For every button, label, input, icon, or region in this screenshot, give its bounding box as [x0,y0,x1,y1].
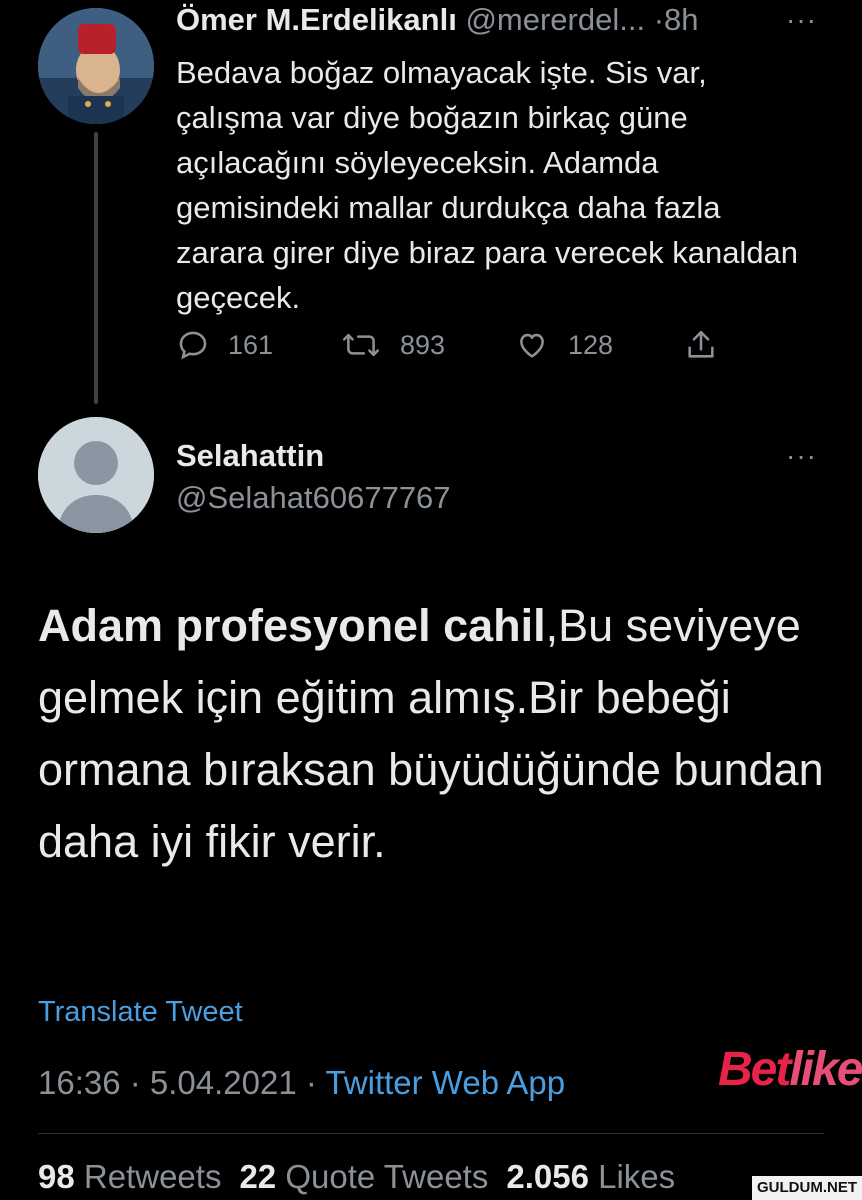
default-avatar-icon [38,417,154,533]
retweets-stat-count: 98 [38,1158,75,1195]
like-icon [520,333,544,358]
reply-icon [179,331,207,360]
parent-tweet-text: Bedava boğaz olmayacak işte. Sis var, ça… [176,55,799,315]
reply-tweet-text: Adam profesyonel cahil,Bu seviyeye gelme… [38,590,828,878]
reply-count: 161 [228,329,274,360]
tweet-time[interactable]: 8h [664,2,698,37]
author-handle[interactable]: @mererdel... [465,2,645,37]
quotes-stat-count: 22 [239,1158,277,1195]
author-avatar[interactable] [38,8,154,124]
reply-author-handle[interactable]: @Selahat60677767 [176,480,451,516]
tweet-timestamp[interactable]: 16:36 · 5.04.2021 · [38,1064,325,1101]
likes-stat-label: Likes [598,1158,676,1195]
retweet-button[interactable]: 893 [340,328,445,362]
thread-line [94,132,98,404]
parent-tweet-header: Ömer M.Erdelikanlı @mererdel... ·8h [176,2,699,38]
retweets-stat-label: Retweets [83,1158,222,1195]
like-button[interactable]: 128 [514,328,613,362]
share-icon [688,330,714,358]
header-separator: · [653,2,665,37]
reply-author-avatar[interactable] [38,417,154,533]
author-name[interactable]: Ömer M.Erdelikanlı [176,2,457,37]
guldum-watermark: GULDUM.NET [752,1176,862,1200]
retweets-stat[interactable]: 98 Retweets [38,1158,221,1195]
likes-stat-count: 2.056 [506,1158,589,1195]
divider [38,1133,824,1134]
reply-author-name[interactable]: Selahattin [176,438,324,474]
tweet-meta: 16:36 · 5.04.2021 · Twitter Web App [38,1064,565,1102]
translate-tweet-link[interactable]: Translate Tweet [38,996,243,1029]
engagement-stats: 98 Retweets 22 Quote Tweets 2.056 Likes [38,1158,675,1196]
betlike-watermark: Betlike [718,1043,862,1096]
more-icon[interactable]: ··· [786,4,817,36]
more-icon[interactable]: ··· [786,440,817,472]
quotes-stat[interactable]: 22 Quote Tweets [239,1158,488,1195]
reply-button[interactable]: 161 [176,328,273,362]
quotes-stat-label: Quote Tweets [285,1158,489,1195]
reply-text-bold: Adam profesyonel cahil [38,600,546,651]
tweet-source-link[interactable]: Twitter Web App [325,1064,565,1101]
retweet-count: 893 [400,329,446,360]
retweet-icon [342,333,380,357]
share-button[interactable] [684,328,718,362]
like-count: 128 [568,329,614,360]
likes-stat[interactable]: 2.056 Likes [506,1158,675,1195]
